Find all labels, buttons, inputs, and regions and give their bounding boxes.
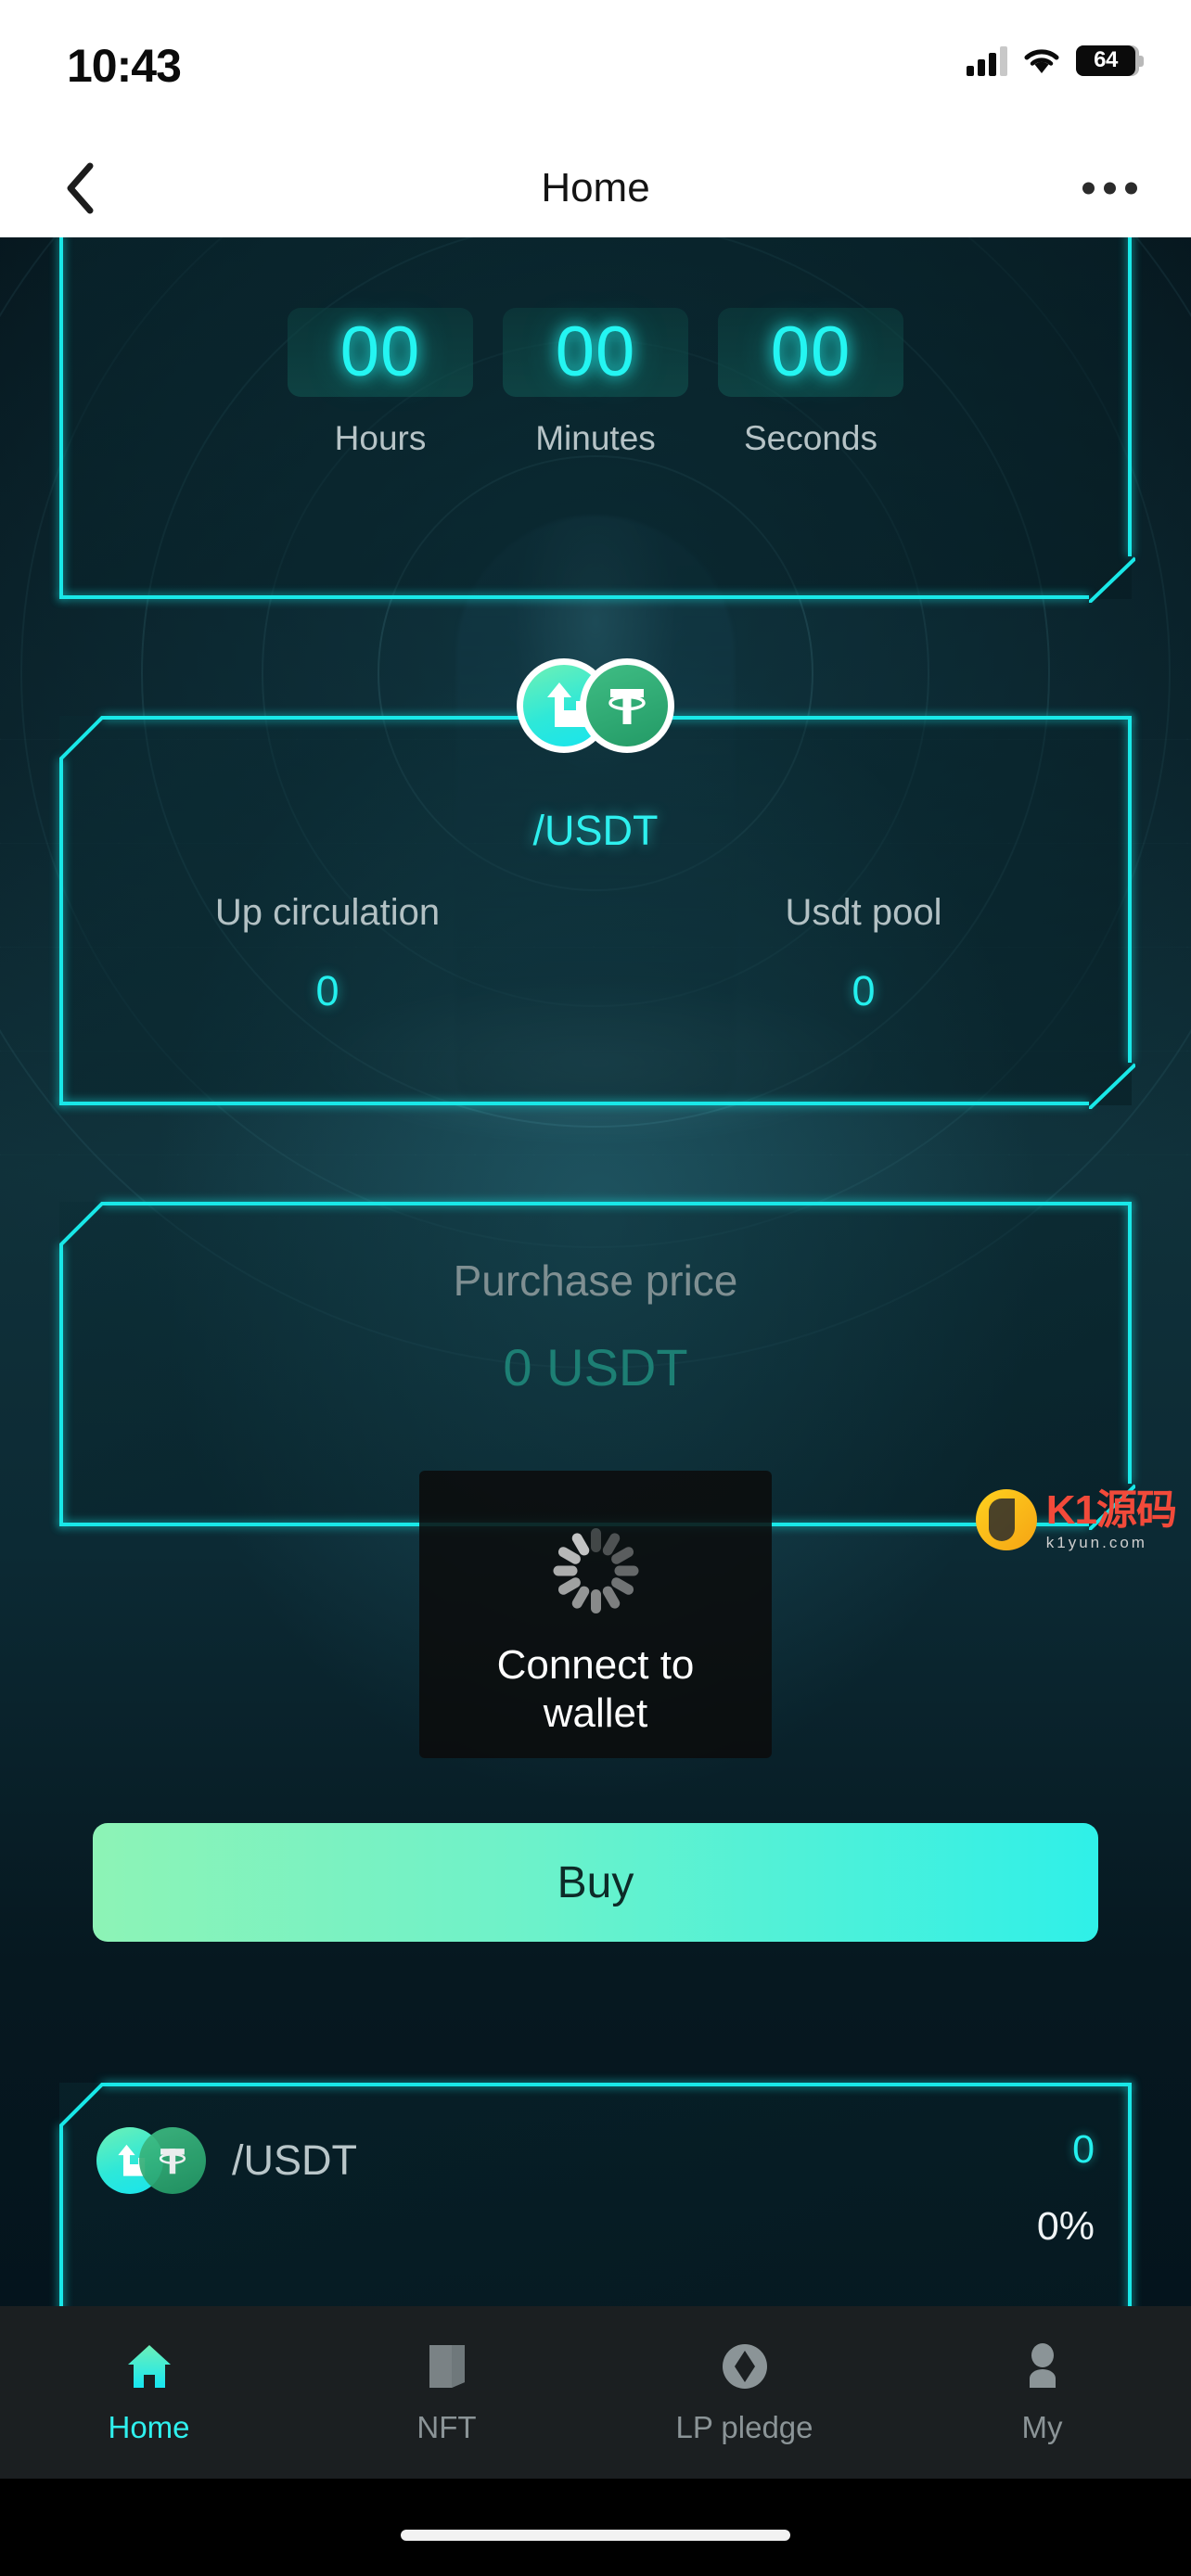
tab-home[interactable]: Home xyxy=(0,2306,298,2479)
buy-button[interactable]: Buy xyxy=(93,1823,1098,1942)
list-item-percent: 0% xyxy=(1036,2204,1095,2249)
tab-lp-pledge[interactable]: LP pledge xyxy=(596,2306,893,2479)
countdown-unit-hours: 00 Hours xyxy=(288,308,473,458)
purchase-price-label: Purchase price xyxy=(453,1256,738,1305)
main-content: 00 Hours 00 Minutes 00 Seconds /USDT Up … xyxy=(0,237,1191,2576)
stat-usdt-pool-label: Usdt pool xyxy=(785,892,942,933)
home-indicator[interactable] xyxy=(401,2530,790,2541)
countdown-seconds-value: 00 xyxy=(770,312,852,391)
tab-nft-label: NFT xyxy=(416,2410,477,2444)
countdown-unit-minutes: 00 Minutes xyxy=(503,308,688,458)
cellular-signal-icon xyxy=(967,45,1007,76)
list-item-values: 0 0% xyxy=(1037,2127,1095,2250)
pool-stats: Up circulation 0 Usdt pool 0 xyxy=(59,892,1132,1015)
page-title: Home xyxy=(541,165,650,210)
countdown-unit-seconds: 00 Seconds xyxy=(718,308,903,458)
loading-toast-message: Connect to wallet xyxy=(496,1642,695,1736)
status-bar: 10:43 64 xyxy=(0,0,1191,139)
status-bar-indicators: 64 xyxy=(967,45,1144,76)
tab-home-label: Home xyxy=(108,2410,190,2444)
token-pair-logos xyxy=(517,658,674,753)
status-bar-time: 10:43 xyxy=(67,40,182,92)
navigation-bar: Home xyxy=(0,139,1191,237)
bottom-safe-area xyxy=(0,2479,1191,2576)
wifi-icon xyxy=(1022,45,1061,75)
stat-usdt-pool: Usdt pool 0 xyxy=(596,892,1132,1015)
nft-card-icon xyxy=(420,2340,474,2393)
stat-usdt-pool-value: 0 xyxy=(852,967,876,1014)
tab-my[interactable]: My xyxy=(893,2306,1191,2479)
countdown-minutes-value: 00 xyxy=(555,312,636,391)
countdown-seconds-label: Seconds xyxy=(744,419,877,457)
loading-spinner-icon xyxy=(553,1528,638,1613)
list-item-pair: /USDT xyxy=(96,2127,357,2194)
bottom-tab-bar: Home NFT LP pledge My xyxy=(0,2306,1191,2479)
loading-toast: Connect to wallet xyxy=(419,1471,772,1758)
stat-up-circulation-value: 0 xyxy=(315,967,339,1014)
countdown-minutes-label: Minutes xyxy=(535,419,656,457)
battery-icon: 64 xyxy=(1076,45,1144,76)
tab-lp-pledge-label: LP pledge xyxy=(675,2410,813,2444)
usdt-token-icon xyxy=(580,658,674,753)
countdown-timer: 00 Hours 00 Minutes 00 Seconds xyxy=(59,308,1132,458)
table-row[interactable]: /USDT 0 0% xyxy=(96,2127,1095,2276)
pool-pair-name: /USDT xyxy=(532,807,659,854)
countdown-card: 00 Hours 00 Minutes 00 Seconds xyxy=(59,237,1135,603)
tab-nft[interactable]: NFT xyxy=(298,2306,596,2479)
stat-up-circulation: Up circulation 0 xyxy=(59,892,596,1015)
person-icon xyxy=(1016,2340,1069,2393)
countdown-hours-label: Hours xyxy=(334,419,427,457)
more-options-icon[interactable] xyxy=(1082,182,1137,195)
tab-my-label: My xyxy=(1021,2410,1063,2444)
usdt-token-icon xyxy=(139,2127,206,2194)
battery-level: 64 xyxy=(1094,47,1118,72)
list-item-pair-name: /USDT xyxy=(232,2136,357,2184)
diamond-icon xyxy=(718,2340,772,2393)
countdown-hours-value: 00 xyxy=(339,312,421,391)
home-icon xyxy=(122,2340,176,2393)
purchase-price-value: 0 USDT xyxy=(503,1338,688,1396)
pool-card: /USDT Up circulation 0 Usdt pool 0 xyxy=(59,658,1135,1109)
stat-up-circulation-label: Up circulation xyxy=(214,892,441,933)
list-item-amount: 0 xyxy=(1072,2127,1095,2172)
